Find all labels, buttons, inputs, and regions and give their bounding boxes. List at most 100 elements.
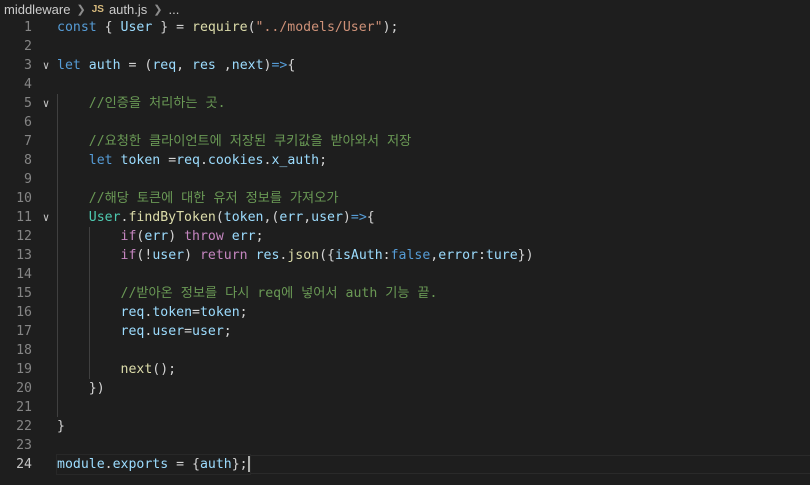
line-number[interactable]: 10 (0, 189, 32, 208)
code-token: = (160, 153, 177, 168)
line-number[interactable]: 1 (0, 18, 32, 37)
code-text: if(!user) return res.json({isAuth:false,… (57, 246, 534, 265)
code-token: auth (199, 457, 232, 472)
code-line[interactable]: 14 (0, 265, 810, 284)
code-token: let (88, 153, 113, 168)
line-number[interactable]: 19 (0, 360, 32, 379)
line-number[interactable]: 4 (0, 75, 32, 94)
line-number[interactable]: 15 (0, 284, 32, 303)
indent-guide (57, 265, 58, 284)
code-line[interactable]: 7 //요청한 클라이언트에 저장된 쿠키값을 받아와서 저장 (0, 132, 810, 151)
line-number[interactable]: 17 (0, 322, 32, 341)
code-token: ; (239, 305, 248, 320)
code-line[interactable]: 9 (0, 170, 810, 189)
code-line[interactable]: 17 req.user=user; (0, 322, 810, 341)
line-number[interactable]: 7 (0, 132, 32, 151)
code-line[interactable]: 10 //해당 토큰에 대한 유저 정보를 가져오가 (0, 189, 810, 208)
code-token: req (176, 153, 200, 168)
code-token: ) (184, 248, 200, 263)
fold-chevron-down-icon[interactable]: ∨ (40, 208, 52, 227)
code-token: , (215, 58, 232, 73)
code-line[interactable]: 22} (0, 417, 810, 436)
code-line[interactable]: 5 ∨ //인증을 처리하는 곳. (0, 94, 810, 113)
code-line[interactable]: 19 next(); (0, 360, 810, 379)
code-line[interactable]: 15 //받아온 정보를 다시 req에 넣어서 auth 기능 끝. (0, 284, 810, 303)
line-number[interactable]: 18 (0, 341, 32, 360)
breadcrumb-file[interactable]: auth.js (109, 2, 147, 17)
line-number[interactable]: 21 (0, 398, 32, 417)
code-token: = ( (120, 58, 153, 73)
code-token: ; (319, 153, 328, 168)
code-text: //해당 토큰에 대한 유저 정보를 가져오가 (57, 189, 339, 208)
fold-chevron-down-icon[interactable]: ∨ (40, 56, 52, 75)
code-token: cookies (207, 153, 264, 168)
breadcrumb-symbol[interactable]: ... (168, 2, 179, 17)
line-number[interactable]: 11 (0, 208, 32, 227)
line-number[interactable]: 14 (0, 265, 32, 284)
code-token: user (152, 324, 185, 339)
code-line[interactable]: 1 const { User } = require("../models/Use… (0, 18, 810, 37)
line-number[interactable]: 6 (0, 113, 32, 132)
indent-guide (88, 265, 90, 284)
line-number[interactable]: 20 (0, 379, 32, 398)
code-line[interactable]: 6 (0, 113, 810, 132)
line-number[interactable]: 2 (0, 37, 32, 56)
code-token: token (152, 305, 193, 320)
indent-guide (57, 170, 58, 189)
line-number[interactable]: 16 (0, 303, 32, 322)
code-token: throw (184, 229, 224, 244)
line-number[interactable]: 23 (0, 436, 32, 455)
code-token: findByToken (128, 210, 216, 225)
code-token: ture (485, 248, 518, 263)
line-number[interactable]: 3 (0, 56, 32, 75)
indent-guide (57, 341, 58, 360)
code-line[interactable]: 16 req.token=token; (0, 303, 810, 322)
line-number[interactable]: 24 (0, 455, 32, 474)
code-token: req (120, 305, 145, 320)
code-token: let (57, 58, 81, 73)
code-token: error (438, 248, 478, 263)
code-line[interactable]: 13 if(!user) return res.json({isAuth:fal… (0, 246, 810, 265)
code-token: token (223, 210, 264, 225)
code-token: . (199, 153, 208, 168)
code-token: return (199, 248, 248, 263)
line-number[interactable]: 12 (0, 227, 32, 246)
code-token: { (366, 210, 375, 225)
code-token: json (287, 248, 320, 263)
line-number[interactable]: 13 (0, 246, 32, 265)
code-line[interactable]: 21 (0, 398, 810, 417)
code-text: } (57, 417, 65, 436)
code-text: module.exports = {auth}; (56, 454, 251, 475)
javascript-file-icon: JS (91, 3, 104, 15)
code-token: err (279, 210, 304, 225)
code-line[interactable]: 4 (0, 75, 810, 94)
code-token: }) (517, 248, 534, 263)
code-line[interactable]: 24 module.exports = {auth}; (0, 454, 810, 475)
line-number[interactable]: 5 (0, 94, 32, 113)
code-line[interactable]: 12 if(err) throw err; (0, 227, 810, 246)
code-token: res (255, 248, 280, 263)
code-line[interactable]: 3 ∨ let auth = (req, res ,next)=>{ (0, 56, 810, 75)
code-line[interactable]: 23 (0, 436, 810, 455)
code-line[interactable]: 8 let token =req.cookies.x_auth; (0, 151, 810, 170)
indent-guide (88, 341, 90, 360)
code-token: if (120, 248, 137, 263)
code-token: { (96, 20, 121, 35)
line-number[interactable]: 22 (0, 417, 32, 436)
breadcrumb-folder[interactable]: middleware (4, 2, 70, 17)
code-line[interactable]: 11 ∨ User.findByToken(token,(err,user)=>{ (0, 208, 810, 227)
code-editor[interactable]: 1 const { User } = require("../models/Use… (0, 18, 810, 485)
fold-chevron-down-icon[interactable]: ∨ (40, 94, 52, 113)
line-number[interactable]: 9 (0, 170, 32, 189)
code-line[interactable]: 18 (0, 341, 810, 360)
code-token: user (311, 210, 343, 225)
code-token: => (271, 58, 288, 73)
code-line[interactable]: 20 }) (0, 379, 810, 398)
line-number[interactable]: 8 (0, 151, 32, 170)
code-line[interactable]: 2 (0, 37, 810, 56)
code-token: ,( (263, 210, 280, 225)
